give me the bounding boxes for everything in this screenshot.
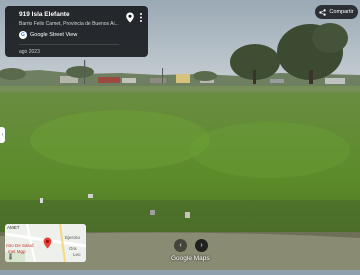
location-subtitle: Barrio Felix Camet, Provincia de Buenos …: [19, 21, 119, 27]
divider: [19, 44, 119, 45]
map-marker-icon: [43, 237, 52, 249]
minimap[interactable]: AMET ntro De Salud met Mgp Ejercito Gra …: [5, 224, 86, 262]
location-title: 919 Isla Elefante: [19, 11, 70, 18]
chevron-left-icon: ‹: [1, 132, 4, 138]
minimap-label-leo: Leo: [73, 252, 81, 257]
capture-date[interactable]: ago 2023: [19, 49, 40, 55]
location-info-card: 919 Isla Elefante Barrio Felix Camet, Pr…: [5, 6, 148, 57]
previous-image-button[interactable]: ‹: [174, 239, 187, 252]
map-pin-icon[interactable]: [125, 12, 135, 23]
share-icon: [319, 8, 327, 16]
chevron-right-icon: ›: [200, 242, 203, 249]
chevron-left-icon: ‹: [179, 242, 182, 249]
minimap-label-gra: Gra: [69, 246, 77, 251]
minimap-label-top: AMET: [7, 225, 20, 230]
street-view-badge: G Google Street View: [19, 31, 77, 39]
minimap-label-health-center: ntro De Salud: [6, 243, 34, 248]
expand-side-panel-button[interactable]: ‹: [0, 127, 5, 143]
google-maps-logo: Google Maps: [171, 255, 210, 262]
more-vertical-icon[interactable]: [138, 12, 144, 23]
share-label: Compartir: [329, 9, 354, 15]
share-button[interactable]: Compartir: [315, 5, 358, 19]
street-view-label: Google Street View: [30, 32, 78, 38]
minimap-label-ejercito: Ejercito: [65, 235, 81, 240]
pegman-icon[interactable]: [7, 253, 14, 260]
google-logo-icon: G: [19, 31, 27, 39]
next-image-button[interactable]: ›: [195, 239, 208, 252]
